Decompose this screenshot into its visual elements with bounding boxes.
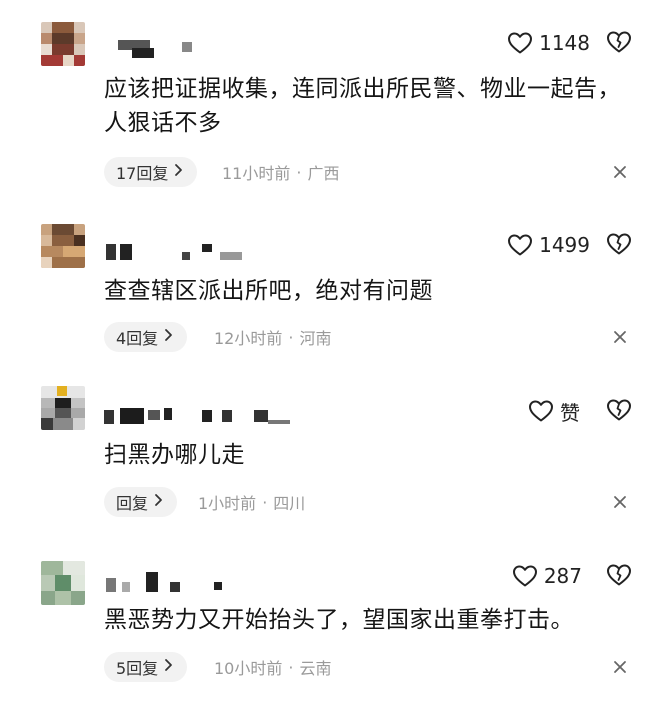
comment-meta: 10小时前 · 云南 (214, 652, 331, 682)
username-redacted[interactable] (104, 36, 194, 58)
close-icon (612, 495, 628, 514)
close-icon (612, 165, 628, 184)
chevron-right-icon (164, 658, 173, 676)
comment-location: 河南 (299, 329, 332, 348)
username-redacted[interactable] (104, 240, 244, 262)
like-count: 287 (543, 564, 582, 588)
reply-label: 回复 (116, 494, 149, 513)
meta-separator: · (262, 492, 268, 512)
avatar[interactable] (41, 386, 85, 430)
meta-separator: · (288, 327, 294, 347)
replies-button[interactable]: 4回复 (104, 322, 188, 352)
close-button[interactable] (612, 329, 628, 345)
replies-button[interactable]: 17回复 (104, 157, 198, 187)
heart-icon (512, 564, 538, 588)
chevron-right-icon (164, 328, 173, 346)
comment-time: 11小时前 (222, 164, 291, 183)
like-button[interactable]: 1148 (507, 30, 590, 56)
broken-heart-icon (606, 233, 632, 260)
like-count: 1499 (539, 233, 590, 257)
heart-icon (507, 233, 533, 257)
close-icon (612, 660, 628, 679)
comment-text: 应该把证据收集，连同派出所民警、物业一起告，人狠话不多 (104, 76, 621, 136)
broken-heart-icon (606, 399, 632, 426)
close-button[interactable] (612, 494, 628, 510)
like-count: 1148 (539, 31, 590, 55)
avatar[interactable] (41, 224, 85, 268)
dislike-button[interactable] (606, 398, 632, 424)
close-button[interactable] (612, 164, 628, 180)
like-button[interactable]: 赞 (528, 398, 590, 425)
heart-icon (507, 31, 533, 55)
broken-heart-icon (606, 31, 632, 58)
comment-text: 扫黑办哪儿走 (104, 442, 245, 468)
close-button[interactable] (612, 659, 628, 675)
comment-meta: 1小时前 · 四川 (198, 487, 305, 517)
close-icon (612, 330, 628, 349)
username-redacted[interactable] (104, 572, 234, 594)
dislike-button[interactable] (606, 232, 632, 258)
comment-location: 四川 (273, 494, 306, 513)
like-count: 赞 (560, 400, 580, 425)
avatar[interactable] (41, 22, 85, 66)
comment-meta: 12小时前 · 河南 (214, 322, 331, 352)
meta-separator: · (288, 657, 294, 677)
like-button[interactable]: 1499 (507, 232, 590, 258)
dislike-button[interactable] (606, 563, 632, 589)
dislike-button[interactable] (606, 30, 632, 56)
comment-item: 1499 查查辖区派出所吧，绝对有问题 4回复 12小时前 · 河南 (0, 200, 660, 370)
comment-meta: 11小时前 · 广西 (222, 157, 339, 187)
comment-item: 赞 扫黑办哪儿走 回复 1小时前 · 四川 (0, 370, 660, 540)
comment-time: 1小时前 (198, 494, 257, 513)
reply-label: 5回复 (116, 659, 159, 678)
avatar[interactable] (41, 561, 85, 605)
username-redacted[interactable] (104, 406, 294, 428)
comment-item: 1148 应该把证据收集，连同派出所民警、物业一起告，人狠话不多 17回复 11… (0, 0, 660, 200)
replies-button[interactable]: 5回复 (104, 652, 188, 682)
comment-text: 黑恶势力又开始抬头了，望国家出重拳打击。 (104, 607, 574, 633)
chevron-right-icon (154, 493, 163, 511)
comment-item: 287 黑恶势力又开始抬头了，望国家出重拳打击。 5回复 10小时前 · 云南 (0, 540, 660, 716)
like-button[interactable]: 287 (512, 563, 590, 589)
reply-label: 4回复 (116, 329, 159, 348)
chevron-right-icon (174, 163, 183, 181)
meta-separator: · (296, 162, 302, 182)
comment-text: 查查辖区派出所吧，绝对有问题 (104, 278, 433, 304)
comment-location: 云南 (299, 659, 332, 678)
broken-heart-icon (606, 564, 632, 591)
comment-time: 10小时前 (214, 659, 283, 678)
comment-location: 广西 (307, 164, 340, 183)
reply-label: 17回复 (116, 164, 169, 183)
heart-icon (528, 399, 554, 423)
replies-button[interactable]: 回复 (104, 487, 178, 517)
comment-time: 12小时前 (214, 329, 283, 348)
